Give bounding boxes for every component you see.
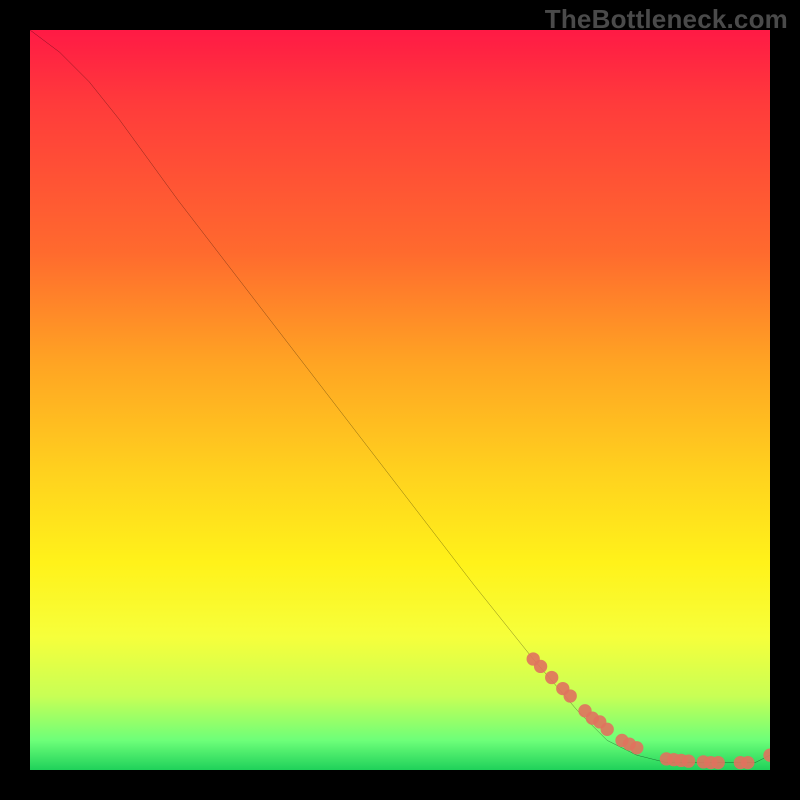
data-point bbox=[630, 741, 643, 754]
data-point bbox=[601, 723, 614, 736]
data-point bbox=[712, 756, 725, 769]
data-point bbox=[545, 671, 558, 684]
highlighted-points-group bbox=[527, 652, 770, 769]
data-point bbox=[682, 754, 695, 767]
data-point bbox=[741, 756, 754, 769]
bottleneck-curve-path bbox=[30, 30, 770, 763]
chart-stage: TheBottleneck.com bbox=[0, 0, 800, 800]
data-point bbox=[534, 660, 547, 673]
plot-area bbox=[30, 30, 770, 770]
curve-layer bbox=[30, 30, 770, 770]
data-point bbox=[564, 689, 577, 702]
data-point bbox=[763, 749, 770, 762]
